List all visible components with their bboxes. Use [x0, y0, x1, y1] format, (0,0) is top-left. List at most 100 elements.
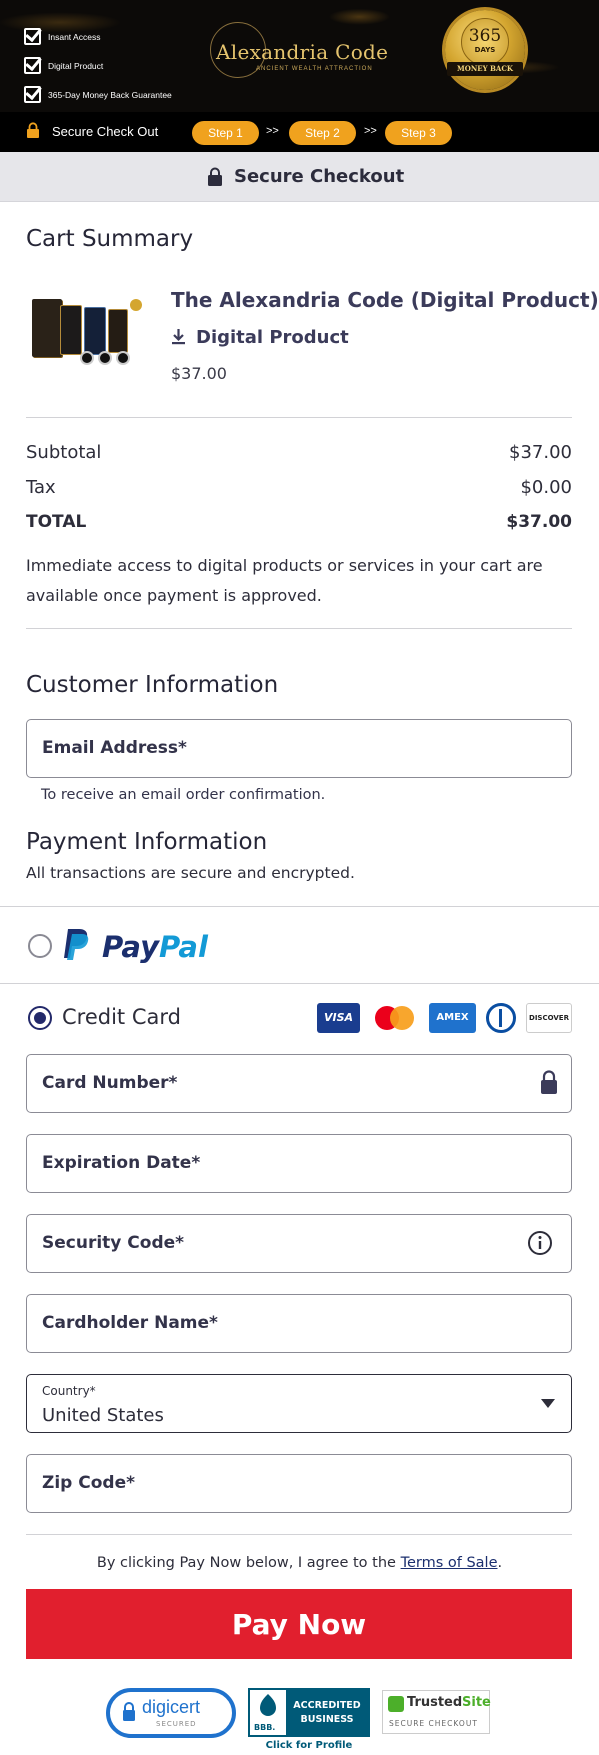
- paypal-icon: [64, 929, 89, 960]
- alexandria-code-logo: Alexandria Code ANCIENT WEALTH ATTRACTIO…: [200, 20, 410, 80]
- benefits-checklist: Insant Access Digital Product 365-Day Mo…: [24, 22, 172, 109]
- divider: [26, 417, 572, 418]
- payment-info-heading: Payment Information: [26, 829, 268, 855]
- access-note: Immediate access to digital products or …: [26, 556, 543, 605]
- paypal-wordmark-pal: Pal: [159, 930, 208, 964]
- step-3-pill: Step 3: [385, 121, 452, 145]
- product-price: $37.00: [171, 364, 227, 383]
- security-code-field[interactable]: Security Code*: [26, 1214, 572, 1273]
- logo-subtitle: ANCIENT WEALTH ATTRACTION: [256, 66, 373, 72]
- step-1-pill: Step 1: [192, 121, 259, 145]
- digicert-label: digicert: [142, 1697, 201, 1717]
- checklist-label: 365-Day Money Back Guarantee: [48, 89, 172, 100]
- checklist-label: Digital Product: [48, 60, 104, 71]
- bbb-text-panel: ACCREDITED BUSINESS: [286, 1690, 368, 1735]
- terms-prefix: By clicking Pay Now below, I agree to th…: [96, 1555, 401, 1571]
- secure-checkout-label: Secure Check Out: [52, 124, 159, 139]
- bbb-line1: ACCREDITED: [293, 1700, 361, 1711]
- divider: [26, 628, 572, 629]
- lock-icon: [208, 167, 222, 186]
- trustedsite-badge[interactable]: Trusted Site SECURE CHECKOUT: [382, 1690, 491, 1734]
- step-2-pill: Step 2: [289, 121, 356, 145]
- mastercard-logo: [372, 1003, 418, 1033]
- checkmark-icon: [388, 1696, 404, 1712]
- checkbox-icon: [24, 86, 41, 103]
- amex-logo: AMEX: [429, 1003, 476, 1033]
- bbb-torch-icon: BBB.: [250, 1690, 286, 1735]
- lock-icon: [123, 1702, 135, 1721]
- step-arrow: >>: [364, 125, 377, 137]
- customer-info-heading: Customer Information: [26, 672, 279, 698]
- paypal-wordmark-pay: Pay: [102, 930, 159, 964]
- card-number-field[interactable]: Card Number*: [26, 1054, 572, 1113]
- header-banner: Insant Access Digital Product 365-Day Mo…: [0, 0, 599, 112]
- mastercard-circle-orange: [390, 1006, 414, 1030]
- product-seal: [130, 299, 142, 311]
- info-icon[interactable]: [527, 1230, 553, 1256]
- country-label: Country*: [42, 1384, 96, 1398]
- credit-card-label[interactable]: Credit Card: [62, 1005, 181, 1029]
- product-disc: [80, 351, 94, 365]
- product-type: Digital Product: [196, 327, 349, 348]
- tax-value: $0.00: [520, 477, 572, 498]
- lock-icon: [27, 122, 39, 138]
- product-box: [32, 299, 62, 357]
- discover-logo: DISCOVER: [526, 1003, 572, 1033]
- product-box: [108, 309, 128, 353]
- bbb-caption[interactable]: Click for Profile: [248, 1740, 370, 1751]
- trusted-name-2: Site: [462, 1695, 491, 1710]
- expiration-date-label: Expiration Date*: [42, 1153, 201, 1173]
- payment-subheading: All transactions are secure and encrypte…: [26, 864, 355, 882]
- product-image: [26, 293, 146, 373]
- chevron-down-icon: [541, 1399, 555, 1408]
- country-select[interactable]: Country* United States: [26, 1374, 572, 1433]
- country-value: United States: [42, 1405, 164, 1426]
- paypal-option[interactable]: Pay Pal: [0, 907, 599, 983]
- secure-checkout-title: Secure Checkout: [234, 166, 405, 187]
- pay-now-button[interactable]: Pay Now: [26, 1589, 572, 1659]
- zip-code-label: Zip Code*: [42, 1473, 135, 1493]
- step-arrow: >>: [266, 125, 279, 137]
- terms-of-sale-link[interactable]: Terms of Sale: [401, 1555, 498, 1571]
- trusted-name-1: Trusted: [407, 1695, 463, 1710]
- checkbox-icon: [24, 57, 41, 74]
- diners-logo: [485, 1003, 517, 1033]
- visa-logo: VISA: [317, 1003, 360, 1033]
- checklist-item: 365-Day Money Back Guarantee: [24, 80, 172, 109]
- download-icon: [172, 329, 185, 345]
- paypal-radio[interactable]: [28, 934, 52, 958]
- total-value: $37.00: [506, 512, 572, 532]
- badge-number: 365: [468, 26, 502, 46]
- expiration-date-field[interactable]: Expiration Date*: [26, 1134, 572, 1193]
- step-bar: Secure Check Out Step 1 >> Step 2 >> Ste…: [0, 112, 599, 152]
- checklist-item: Digital Product: [24, 51, 172, 80]
- product-name: The Alexandria Code (Digital Product): [171, 288, 599, 312]
- checklist-item: Insant Access: [24, 22, 172, 51]
- money-back-badge: 365 DAYS MONEY BACK: [445, 10, 525, 90]
- bbb-badge[interactable]: BBB. ACCREDITED BUSINESS: [248, 1688, 370, 1737]
- secure-checkout-strip: Secure Checkout: [0, 152, 599, 202]
- zip-code-field[interactable]: Zip Code*: [26, 1454, 572, 1513]
- product-box: [60, 305, 82, 355]
- divider: [0, 983, 599, 984]
- cardholder-name-field[interactable]: Cardholder Name*: [26, 1294, 572, 1353]
- badge-ribbon: MONEY BACK: [447, 62, 523, 76]
- card-number-label: Card Number*: [42, 1073, 178, 1093]
- badge-days: DAYS: [474, 46, 496, 54]
- bbb-torch-shape: [260, 1694, 276, 1716]
- lock-icon: [541, 1070, 557, 1094]
- email-hint: To receive an email order confirmation.: [41, 787, 326, 803]
- digicert-badge[interactable]: digicert SECURED: [106, 1688, 236, 1738]
- email-field[interactable]: Email Address*: [26, 719, 572, 778]
- checklist-label: Insant Access: [48, 31, 101, 42]
- credit-card-radio[interactable]: [28, 1006, 52, 1030]
- bbb-mark: BBB.: [254, 1723, 276, 1732]
- email-field-label: Email Address*: [42, 738, 187, 758]
- terms-text: By clicking Pay Now below, I agree to th…: [0, 1555, 599, 1571]
- security-code-label: Security Code*: [42, 1233, 185, 1253]
- product-box: [84, 307, 106, 355]
- product-disc: [116, 351, 130, 365]
- product-disc: [98, 351, 112, 365]
- diners-bar: [499, 1009, 502, 1027]
- subtotal-value: $37.00: [509, 442, 572, 463]
